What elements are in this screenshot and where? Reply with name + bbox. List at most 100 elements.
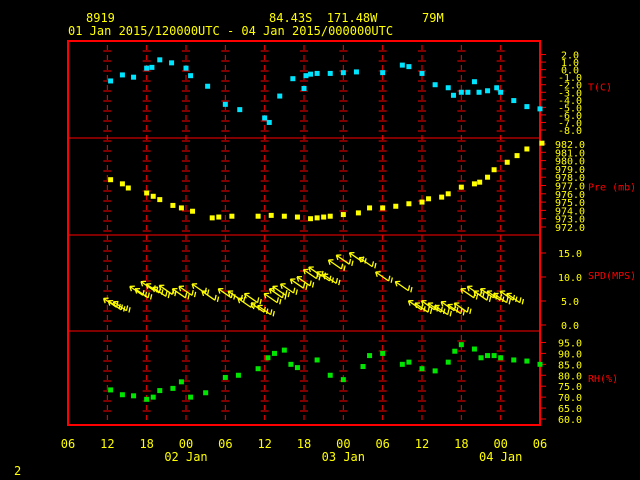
y-tick-label: 90.0: [558, 349, 582, 360]
data-point: [471, 181, 477, 187]
data-point: [157, 57, 163, 63]
wind-arrow: [322, 273, 341, 286]
data-point: [458, 184, 464, 190]
data-point: [537, 106, 543, 112]
data-point: [439, 194, 445, 200]
wind-arrow-stroke: [125, 305, 129, 311]
wind-arrow: [394, 280, 413, 293]
wind-arrow-stroke: [429, 308, 433, 315]
data-point: [399, 361, 405, 367]
data-point: [406, 359, 412, 365]
data-point: [209, 215, 215, 221]
wind-arrow-stroke: [475, 294, 479, 300]
wind-arrow-stroke: [348, 258, 352, 265]
data-point: [498, 89, 504, 95]
y-tick-label: 972.0: [555, 223, 585, 234]
wind-arrow-stroke: [340, 263, 344, 270]
wind-arrow-stroke: [270, 309, 273, 315]
wind-arrow-stroke: [374, 262, 377, 269]
data-point: [485, 353, 491, 359]
x-tick-label: 12: [415, 437, 429, 451]
day-label: 04 Jan: [479, 450, 522, 464]
data-point: [188, 73, 194, 79]
panel-name-label: SPD(MPS): [588, 271, 636, 282]
data-point: [471, 346, 477, 352]
data-point: [131, 393, 137, 399]
data-point: [476, 89, 482, 95]
wind-arrow-stroke: [147, 292, 150, 298]
wind-arrow-stroke: [338, 279, 341, 286]
x-tick-label: 06: [218, 437, 232, 451]
data-point: [272, 350, 277, 356]
wind-arrow-stroke: [482, 291, 485, 298]
data-point: [255, 213, 261, 219]
x-tick-label: 06: [61, 437, 75, 451]
chart-canvas: 06 12 18 00 06 12 18 00 06 12 18 00 06 02 Jan 03 Jan 04…: [61, 40, 636, 464]
wind-arrow-stroke: [214, 294, 217, 301]
wind-arrow-stroke: [295, 289, 298, 295]
data-point: [150, 394, 156, 400]
wind-arrow-stroke: [167, 292, 171, 299]
data-point: [262, 115, 268, 121]
data-point: [149, 64, 155, 70]
x-tick-label: 00: [336, 437, 350, 451]
wind-arrow-stroke: [240, 294, 244, 301]
panel-name-label: T(C): [588, 83, 612, 94]
data-point: [144, 396, 150, 402]
data-point: [465, 89, 471, 95]
data-point: [119, 392, 125, 398]
x-tick-label: 06: [375, 437, 389, 451]
data-point: [183, 65, 189, 71]
wind-arrow-stroke: [242, 296, 246, 303]
data-point: [288, 361, 294, 367]
wind-arrow-stroke: [318, 274, 321, 281]
data-point: [399, 62, 405, 68]
data-point: [485, 174, 491, 180]
wind-arrow: [227, 290, 246, 303]
data-point: [514, 153, 520, 159]
data-point: [511, 357, 517, 363]
data-point: [205, 83, 211, 89]
data-point: [432, 368, 438, 374]
y-tick-label: 60.0: [558, 415, 582, 426]
data-point: [537, 361, 543, 367]
wind-arrow-stroke: [488, 296, 492, 303]
wind-arrow-stroke: [508, 298, 511, 305]
x-tick-label: 06: [533, 437, 547, 451]
data-point: [419, 366, 425, 372]
wind-arrow-stroke: [447, 309, 450, 315]
data-point: [419, 70, 425, 76]
x-tick-label: 18: [139, 437, 153, 451]
wind-arrow-stroke: [311, 282, 315, 288]
wind-arrow: [358, 256, 377, 269]
data-point: [367, 353, 373, 359]
data-point: [478, 355, 484, 361]
y-tick-label: 85.0: [558, 360, 582, 371]
data-point: [340, 70, 346, 76]
data-point: [222, 101, 228, 107]
data-point: [494, 85, 500, 91]
x-tick-label: 18: [297, 437, 311, 451]
data-point: [170, 202, 176, 208]
data-point: [458, 342, 464, 348]
data-point: [426, 196, 432, 202]
wind-arrow-stroke: [128, 307, 131, 313]
day-label: 02 Jan: [164, 450, 207, 464]
wind-arrow-stroke: [449, 310, 452, 317]
day-label: 03 Jan: [322, 450, 365, 464]
data-point: [108, 78, 114, 84]
data-point: [445, 359, 451, 365]
x-tick-label: 00: [179, 437, 193, 451]
data-point: [524, 358, 530, 364]
data-point: [188, 394, 194, 400]
x-tick-label: 12: [100, 437, 114, 451]
data-point: [360, 364, 366, 370]
y-tick-label: 15.0: [558, 249, 582, 260]
data-point: [108, 177, 114, 183]
data-point: [367, 205, 373, 211]
data-point: [419, 199, 425, 205]
wind-arrow-stroke: [193, 291, 197, 298]
data-point: [229, 213, 235, 219]
data-point: [393, 203, 399, 209]
data-point: [266, 119, 272, 125]
